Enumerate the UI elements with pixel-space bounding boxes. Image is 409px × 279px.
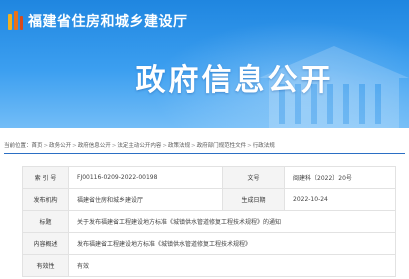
document-info-table: 索 引 号 FJ00116-0209-2022-00198 文号 闽建科〔202… <box>22 166 396 277</box>
header-banner: 福建省住房和城乡建设厅 政府信息公开 <box>0 0 409 128</box>
breadcrumb-item-policy[interactable]: 政策法规 <box>168 143 190 149</box>
site-title[interactable]: 福建省住房和城乡建设厅 <box>28 11 188 31</box>
date-label: 生成日期 <box>222 188 285 211</box>
index-label: 索 引 号 <box>22 166 69 189</box>
title-value: 关于发布福建省工程建设地方标准《城镇供水管道修复工程技术规程》的通知 <box>68 210 396 233</box>
emblem-icon <box>8 11 23 30</box>
validity-label: 有效性 <box>22 254 69 277</box>
title-label: 标题 <box>22 210 69 233</box>
index-value: FJ00116-0209-2022-00198 <box>68 166 223 189</box>
table-row: 内容概述 发布福建省工程建设地方标准《城镇供水管道修复工程技术规程》 <box>22 232 396 255</box>
table-row: 有效性 有效 <box>22 254 396 277</box>
breadcrumb-separator: > <box>72 143 77 149</box>
breadcrumb-separator: > <box>162 143 168 149</box>
breadcrumb-separator: > <box>247 143 252 149</box>
breadcrumb-separator: > <box>43 143 49 149</box>
table-row: 索 引 号 FJ00116-0209-2022-00198 文号 闽建科〔202… <box>22 166 396 189</box>
validity-value: 有效 <box>68 254 396 277</box>
breadcrumb-separator: > <box>111 143 117 149</box>
breadcrumb-separator: > <box>191 143 196 149</box>
breadcrumb-item-public[interactable]: 政务公开 <box>49 143 71 149</box>
breadcrumb-item-home[interactable]: 首页 <box>32 143 43 149</box>
breadcrumb-divider <box>4 153 405 154</box>
doc-no-label: 文号 <box>222 166 285 189</box>
summary-label: 内容概述 <box>22 232 69 255</box>
date-value: 2022-10-24 <box>284 188 396 211</box>
doc-no-value: 闽建科〔2022〕20号 <box>284 166 396 189</box>
breadcrumb: 当前位置：首页>政务公开>政府信息公开>法定主动公开内容>政策法规>政府部门规范… <box>4 141 275 149</box>
publisher-label: 发布机构 <box>22 188 69 211</box>
breadcrumb-item-regulations[interactable]: 行政法规 <box>253 143 275 149</box>
summary-value: 发布福建省工程建设地方标准《城镇供水管道修复工程技术规程》 <box>68 232 396 255</box>
breadcrumb-item-normative[interactable]: 政府部门规范性文件 <box>197 143 247 149</box>
table-row: 标题 关于发布福建省工程建设地方标准《城镇供水管道修复工程技术规程》的通知 <box>22 210 396 233</box>
breadcrumb-item-gov-info[interactable]: 政府信息公开 <box>78 143 111 149</box>
breadcrumb-item-legal[interactable]: 法定主动公开内容 <box>117 143 161 149</box>
page-heading: 政府信息公开 <box>135 63 334 98</box>
publisher-value: 福建省住房和城乡建设厅 <box>68 188 223 211</box>
table-row: 发布机构 福建省住房和城乡建设厅 生成日期 2022-10-24 <box>22 188 396 211</box>
breadcrumb-prefix: 当前位置： <box>4 143 32 149</box>
